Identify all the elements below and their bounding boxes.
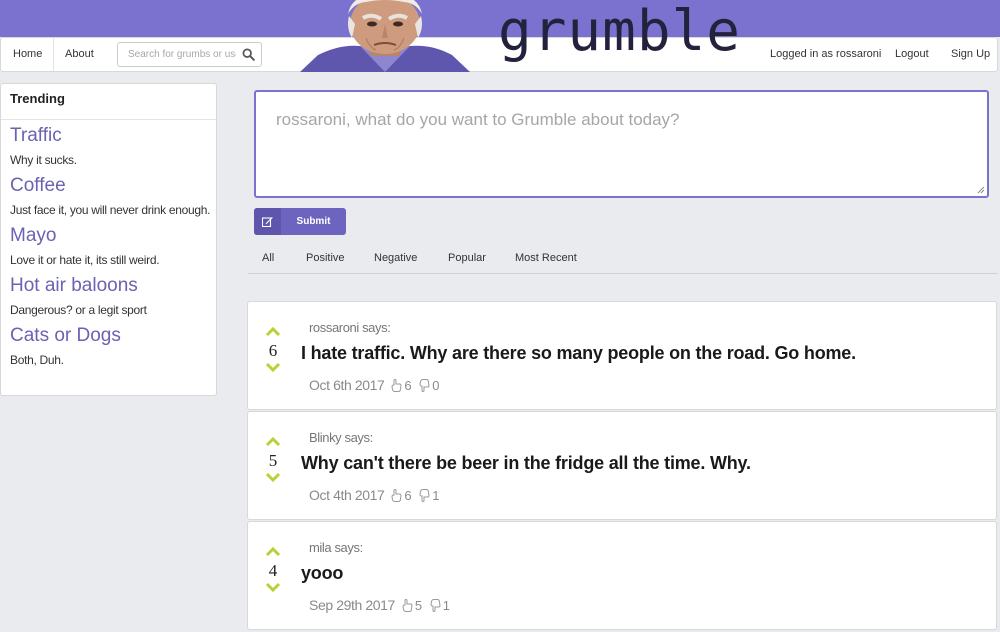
dislike-count: 1 [432, 487, 440, 503]
post-date: Oct 4th 2017 [309, 487, 385, 503]
post-date: Sep 29th 2017 [309, 597, 395, 613]
thumbs-up-icon[interactable] [402, 598, 413, 612]
submit-label: Submit [296, 216, 331, 227]
chevron-down-icon[interactable] [265, 362, 281, 372]
tab-all[interactable]: All [262, 247, 274, 269]
post-author: rossaroni says: [309, 320, 391, 335]
tab-popular[interactable]: Popular [448, 247, 486, 269]
trending-item-title[interactable]: Traffic [10, 125, 216, 147]
vote-count: 6 [268, 341, 278, 360]
grumpy-man-image [300, 0, 470, 72]
grumble-compose [254, 90, 989, 198]
grumble-textarea[interactable] [256, 92, 987, 196]
post-text: I hate traffic. Why are there so many pe… [301, 343, 856, 363]
grumble-post: 5 Blinky says: Why can't there be beer i… [247, 411, 997, 520]
submit-button[interactable]: Submit [254, 208, 346, 235]
thumbs-up-icon[interactable] [391, 378, 402, 392]
dislike-count: 0 [432, 377, 440, 393]
trending-item-desc: Dangerous? or a legit sport [10, 303, 147, 317]
trending-item: Mayo Love it or hate it, its still weird… [1, 225, 216, 270]
like-count: 6 [404, 377, 412, 393]
dislike-count: 1 [442, 597, 450, 613]
chevron-up-icon[interactable] [265, 547, 281, 557]
tab-most-recent[interactable]: Most Recent [515, 247, 577, 269]
trending-item-title[interactable]: Hot air baloons [10, 275, 216, 297]
trending-item-desc: Just face it, you will never drink enoug… [10, 203, 211, 217]
post-meta: Oct 6th 2017 6 0 [309, 376, 439, 394]
thumbs-down-icon[interactable] [430, 598, 441, 612]
like-count: 6 [404, 487, 412, 503]
post-date: Oct 6th 2017 [309, 377, 385, 393]
vote-count: 5 [268, 451, 278, 470]
tab-positive[interactable]: Positive [306, 247, 345, 269]
vote-count: 4 [268, 561, 278, 580]
search-icon[interactable] [242, 48, 255, 61]
filter-tabs: All Positive Negative Popular Most Recen… [248, 247, 998, 274]
edit-icon [254, 208, 281, 235]
post-author: Blinky says: [309, 430, 373, 445]
chevron-up-icon[interactable] [265, 437, 281, 447]
post-text: yooo [301, 563, 344, 583]
signup-link[interactable]: Sign Up [951, 38, 990, 71]
trending-item-title[interactable]: Cats or Dogs [10, 325, 216, 347]
trending-heading: Trending [1, 84, 216, 120]
post-author: mila says: [309, 540, 363, 555]
nav-about-link[interactable]: About [54, 38, 105, 71]
post-text: Why can't there be beer in the fridge al… [301, 453, 751, 473]
trending-item-desc: Love it or hate it, its still weird. [10, 253, 160, 267]
resize-handle-icon[interactable] [977, 186, 985, 194]
post-meta: Oct 4th 2017 6 1 [309, 486, 439, 504]
thumbs-up-icon[interactable] [391, 488, 402, 502]
thumbs-down-icon[interactable] [419, 488, 430, 502]
search-input[interactable] [118, 43, 236, 66]
search-box [117, 42, 262, 67]
nav-home-link[interactable]: Home [2, 38, 55, 71]
logout-link[interactable]: Logout [895, 38, 929, 71]
like-count: 5 [414, 597, 422, 613]
grumble-post: 6 rossaroni says: I hate traffic. Why ar… [247, 301, 997, 410]
tab-negative[interactable]: Negative [374, 247, 417, 269]
grumble-post: 4 mila says: yooo Sep 29th 2017 5 1 [247, 521, 997, 630]
post-meta: Sep 29th 2017 5 1 [309, 596, 450, 614]
trending-item: Coffee Just face it, you will never drin… [1, 175, 216, 220]
trending-item: Cats or Dogs Both, Duh. [1, 325, 216, 370]
trending-item-title[interactable]: Coffee [10, 175, 216, 197]
trending-item-desc: Both, Duh. [10, 353, 64, 367]
trending-item-title[interactable]: Mayo [10, 225, 216, 247]
logged-in-label: Logged in as rossaroni [770, 48, 882, 60]
chevron-up-icon[interactable] [265, 327, 281, 337]
grumble-logo[interactable]: grumble [498, 0, 741, 72]
chevron-down-icon[interactable] [265, 472, 281, 482]
chevron-down-icon[interactable] [265, 582, 281, 592]
trending-sidebar: Trending Traffic Why it sucks. Coffee Ju… [0, 83, 217, 396]
trending-item-desc: Why it sucks. [10, 153, 77, 167]
trending-item: Traffic Why it sucks. [1, 125, 216, 170]
thumbs-down-icon[interactable] [419, 378, 430, 392]
trending-item: Hot air baloons Dangerous? or a legit sp… [1, 275, 216, 320]
